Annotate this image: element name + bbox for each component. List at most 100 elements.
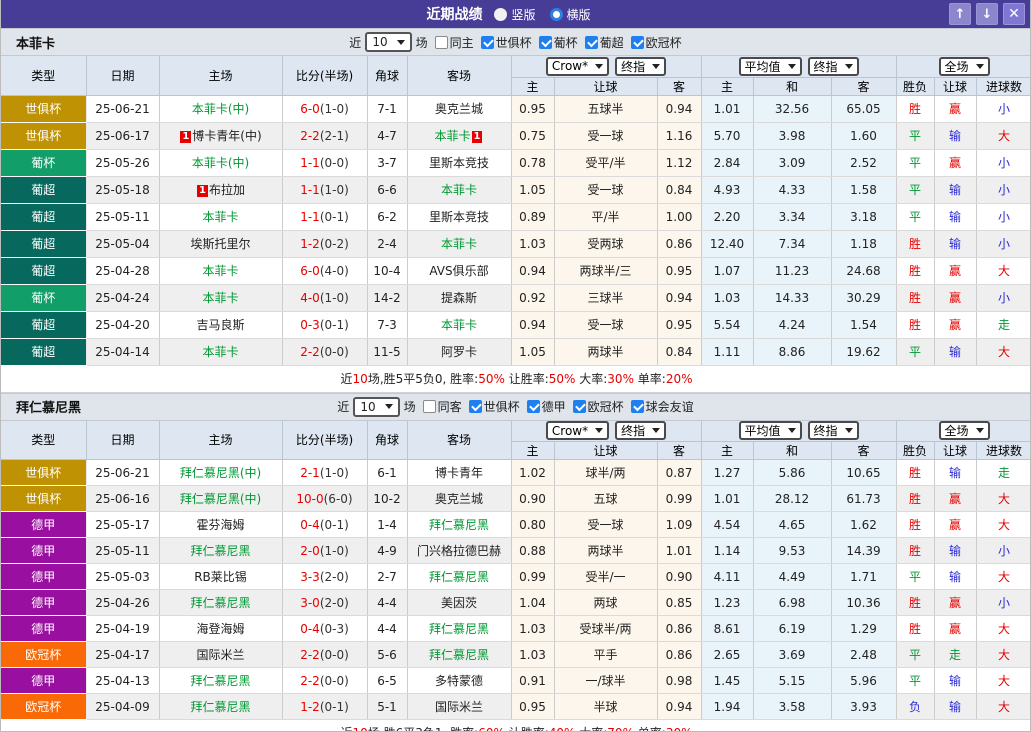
away-team-cell: 本菲卡 1 [407,122,512,150]
league-checkbox-label[interactable]: 世俱杯 [496,34,532,51]
scope-select[interactable]: 全场 [938,56,990,76]
handicap-line-cell: 受一球 [554,311,658,339]
avg-time-select[interactable]: 终指 [807,56,859,76]
fulltime-score: 3-0 [300,595,320,610]
column-header: 主场 [159,56,283,96]
scope-select[interactable]: 全场 [938,421,990,441]
same-venue-checkbox[interactable] [422,400,436,413]
column-header: 日期 [86,56,160,96]
avg-away-cell: 65.05 [831,95,897,123]
league-type-badge: 葡超 [1,230,87,258]
outcome-result-cell: 胜 [896,511,935,538]
down-arrow-icon: ↓ [981,6,993,22]
home-team-name: 本菲卡(中) [191,102,250,116]
corners-cell: 6-5 [367,667,408,694]
odds-home-cell: 0.92 [511,284,555,312]
home-team-name: 拜仁慕尼黑(中) [179,492,262,506]
matches-label: 场 [415,35,428,50]
bookmaker-select[interactable]: Crow* [545,421,610,441]
same-venue-checkbox[interactable] [434,35,448,49]
outcome-result-cell: 胜 [896,311,935,339]
move-up-button[interactable]: ↑ [949,3,971,25]
home-team-cell: RB莱比锡 [159,563,283,590]
column-header: 主 [511,441,555,460]
fulltime-score: 0-4 [300,517,320,532]
handicap-result-cell: 赢 [934,95,977,123]
home-team-name: 博卡青年(中) [192,129,262,143]
date-cell: 25-05-11 [86,537,160,564]
corners-cell: 4-4 [367,589,408,616]
league-checkbox-label[interactable]: 球会友谊 [646,398,694,415]
league-checkbox[interactable] [630,400,644,413]
league-checkbox-label[interactable]: 欧冠杯 [588,398,624,415]
same-venue-label: 同主 [449,35,474,50]
column-header: 主场 [159,420,283,460]
away-team-name: 拜仁慕尼黑 [428,518,489,532]
summary-cell: 近10场,胜5平5负0, 胜率:50% 让胜率:50% 大率:30% 单率:20… [1,365,1030,393]
recent-count-select[interactable]: 10 [353,396,400,417]
home-team-name: 拜仁慕尼黑(中) [179,466,262,480]
avg-time-select[interactable]: 终指 [807,421,859,441]
avg-home-cell: 8.61 [701,615,754,642]
league-checkbox-label[interactable]: 德甲 [542,398,566,415]
match-row: 德甲 25-05-11 拜仁慕尼黑 2-0(1-0) 4-9 门兴格拉德巴赫 0.88 两球半… [1,537,1030,564]
away-team-cell: 门兴格拉德巴赫 [407,537,512,564]
vertical-layout-radio[interactable] [494,7,508,21]
date-cell: 25-05-17 [86,511,160,538]
fulltime-score: 10-0 [296,491,324,506]
league-checkbox[interactable] [630,35,644,49]
horizontal-layout-label[interactable]: 横版 [567,6,591,23]
league-checkbox[interactable] [468,400,482,413]
score-cell: 2-1(1-0) [282,459,368,486]
average-select[interactable]: 平均值 [738,421,802,441]
goals-result-cell: 小 [976,230,1030,258]
league-checkbox-label[interactable]: 欧冠杯 [646,34,682,51]
vertical-layout-label[interactable]: 竖版 [511,6,535,23]
avg-away-cell: 5.96 [831,667,897,694]
date-cell: 25-06-16 [86,485,160,512]
league-checkbox[interactable] [480,35,494,49]
odds-source-group: Crow* 终指 [511,420,702,442]
league-checkbox-label[interactable]: 葡超 [600,34,624,51]
avg-away-cell: 1.54 [831,311,897,339]
league-checkbox[interactable] [526,400,540,413]
bookmaker-select[interactable]: Crow* [545,56,610,76]
move-down-button[interactable]: ↓ [976,3,998,25]
odds-time-select[interactable]: 终指 [615,421,667,441]
league-type-badge: 德甲 [1,537,87,564]
avg-home-cell: 5.54 [701,311,754,339]
avg-draw-cell: 3.69 [753,641,832,668]
outcome-result-cell: 胜 [896,537,935,564]
bookmaker-select-value: Crow* [551,59,589,74]
fulltime-score: 2-0 [300,543,320,558]
column-header: 客 [657,441,702,460]
filter-controls: 近 10 场 同主 世俱杯 葡杯 葡超 欧冠杯 [1,32,1030,52]
avg-home-cell: 12.40 [701,230,754,258]
home-team-cell: 海登海姆 [159,615,283,642]
away-team-name: 奥克兰城 [434,102,483,116]
away-team-name: AVS俱乐部 [429,264,489,278]
horizontal-layout-radio[interactable] [549,7,563,21]
league-checkbox-label[interactable]: 葡杯 [554,34,578,51]
league-checkbox[interactable] [572,400,586,413]
column-header: 主 [701,77,754,96]
halftime-score: (2-1) [319,128,349,143]
avg-draw-cell: 4.65 [753,511,832,538]
odds-time-select[interactable]: 终指 [615,56,667,76]
date-cell: 25-04-28 [86,257,160,285]
league-checkbox[interactable] [584,35,598,49]
table-body: 世俱杯 25-06-21 拜仁慕尼黑(中) 2-1(1-0) 6-1 博卡青年 1.02 球半… [1,459,1030,731]
odds-away-cell: 1.01 [657,537,702,564]
recent-count-select[interactable]: 10 [365,32,412,52]
avg-home-cell: 1.45 [701,667,754,694]
away-team-name: 博卡青年 [434,466,483,480]
close-button[interactable]: ✕ [1003,3,1025,25]
fulltime-score: 3-3 [300,569,320,584]
league-checkbox-label[interactable]: 世俱杯 [484,398,520,415]
summary-segment: 大率: [575,726,607,731]
league-checkbox[interactable] [538,35,552,49]
average-select[interactable]: 平均值 [738,56,802,76]
home-team-name: RB莱比锡 [194,570,247,584]
outcome-result-cell: 胜 [896,615,935,642]
halftime-score: (6-0) [323,491,353,506]
